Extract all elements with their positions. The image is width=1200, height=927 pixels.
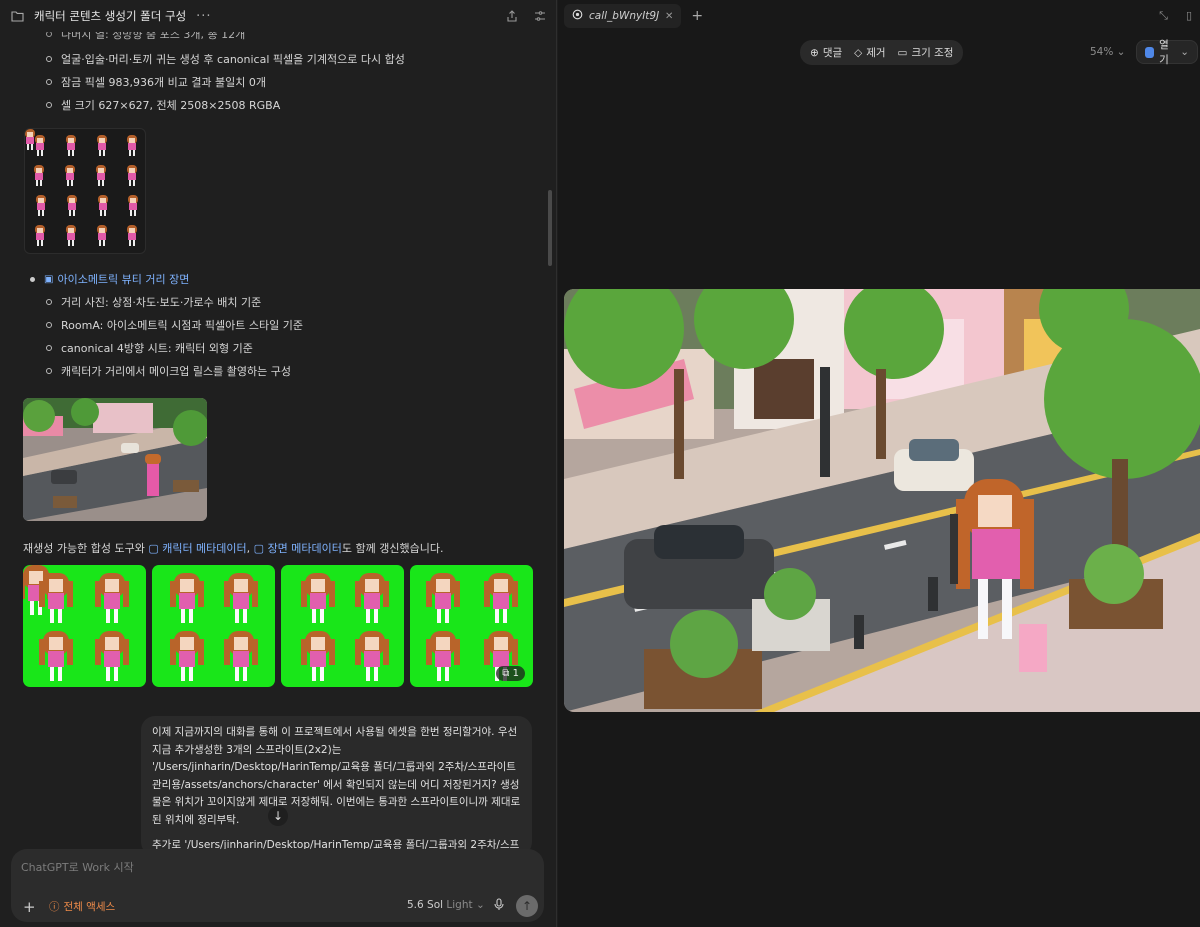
image-toolbar: ⊕ 댓글 ◇ 제거 ▭ 크기 조정 bbox=[800, 40, 964, 65]
chevron-down-icon: ⌄ bbox=[1180, 46, 1189, 58]
scene-image-preview[interactable] bbox=[564, 289, 1200, 712]
remove-button[interactable]: ◇ 제거 bbox=[854, 45, 885, 60]
share-icon[interactable] bbox=[505, 9, 519, 23]
settings-icon[interactable] bbox=[533, 9, 547, 23]
conversation-title[interactable]: 캐릭터 콘텐츠 생성기 폴더 구성 bbox=[34, 8, 186, 24]
comment-button[interactable]: ⊕ 댓글 bbox=[810, 45, 842, 60]
more-options-icon[interactable]: ··· bbox=[196, 9, 211, 24]
scene-metadata-link[interactable]: 장면 메타데이터 bbox=[268, 542, 342, 555]
model-selector[interactable]: 5.6 Sol Light ⌄ bbox=[407, 899, 485, 911]
resize-button[interactable]: ▭ 크기 조정 bbox=[898, 45, 954, 60]
sprite-thumbnail-2[interactable] bbox=[152, 565, 275, 687]
app-icon bbox=[1145, 46, 1155, 58]
zoom-selector[interactable]: 54% ⌄ bbox=[1090, 46, 1125, 58]
chevron-down-icon: ⌄ bbox=[475, 899, 485, 911]
chatgpt-icon bbox=[572, 9, 583, 23]
character-metadata-link[interactable]: 캐릭터 메타데이터 bbox=[162, 542, 246, 555]
microphone-icon[interactable] bbox=[494, 898, 504, 914]
collapse-icon[interactable]: ⤡ bbox=[1159, 9, 1168, 23]
conversation-panel: 캐릭터 콘텐츠 생성기 폴더 구성 ··· 나머지 열: 정방향 줌 포즈 3개… bbox=[0, 0, 557, 927]
scrollbar[interactable] bbox=[548, 190, 552, 266]
tag-icon: ◇ bbox=[854, 46, 863, 59]
sprite-thumbnail-4[interactable]: ⧉ 1 bbox=[410, 565, 533, 687]
list-item: canonical 4방향 시트: 캐릭터 외형 기준 bbox=[46, 340, 253, 356]
tab-bar: call_bWnyIt9Jc ✕ + ⤡ ▯ bbox=[558, 0, 1200, 32]
sprite-thumbnail-1[interactable] bbox=[23, 565, 146, 687]
preview-panel: call_bWnyIt9Jc ✕ + ⤡ ▯ ⊕ 댓글 ◇ 제거 ▭ 크기 조정 54… bbox=[558, 0, 1200, 927]
sprite-sheet-thumbnail[interactable] bbox=[24, 128, 146, 254]
file-icon: ▢ bbox=[148, 542, 163, 555]
list-item: 얼굴·입술·머리·토끼 귀는 생성 후 canonical 픽셀을 기계적으로 … bbox=[46, 51, 405, 67]
send-arrow-icon[interactable]: ↑ bbox=[516, 895, 538, 917]
file-icon: ▢ bbox=[253, 542, 268, 555]
list-item: 거리 사진: 상점·차도·보도·가로수 배치 기준 bbox=[46, 294, 261, 310]
image-file-icon: ▣ bbox=[44, 273, 54, 285]
metadata-line: 재생성 가능한 합성 도구와 ▢ 캐릭터 메타데이터, ▢ 장면 메타데이터도 … bbox=[23, 542, 444, 555]
user-message-bubble: 이제 지금까지의 대화를 통해 이 프로젝트에서 사용될 에셋을 한번 정리할거… bbox=[141, 716, 532, 856]
resize-icon: ▭ bbox=[897, 46, 908, 59]
list-item: 잠금 픽셀 983,936개 비교 결과 불일치 0개 bbox=[46, 74, 266, 90]
arrow-down-icon[interactable]: ↓ bbox=[268, 806, 288, 826]
close-icon[interactable]: ✕ bbox=[665, 11, 673, 22]
plus-icon[interactable]: + bbox=[691, 8, 703, 24]
scene-thumbnail[interactable] bbox=[23, 398, 207, 521]
access-selector[interactable]: ⓘ 전체 액세스 bbox=[49, 899, 115, 914]
list-item: 캐릭터가 거리에서 메이크업 릴스를 촬영하는 구성 bbox=[46, 363, 291, 379]
comment-icon: ⊕ bbox=[810, 46, 819, 59]
list-item: 셀 크기 627×627, 전체 2508×2508 RGBA bbox=[46, 97, 280, 113]
conversation-header: 캐릭터 콘텐츠 생성기 폴더 구성 ··· bbox=[0, 0, 556, 32]
folder-icon[interactable] bbox=[10, 9, 24, 23]
tab-call-output[interactable]: call_bWnyIt9Jc ✕ bbox=[564, 4, 682, 28]
scene-link-item[interactable]: ▣ 아이소메트릭 뷰티 거리 장면 bbox=[30, 271, 189, 287]
prompt-input[interactable]: ChatGPT로 Work 시작 bbox=[21, 859, 134, 875]
open-button[interactable]: 열기 ⌄ bbox=[1136, 39, 1198, 66]
composer[interactable]: ChatGPT로 Work 시작 + ⓘ 전체 액세스 5.6 Sol Ligh… bbox=[11, 849, 544, 922]
plus-icon[interactable]: + bbox=[23, 898, 36, 916]
warning-icon: ⓘ bbox=[49, 901, 60, 913]
sprite-thumbnail-3[interactable] bbox=[281, 565, 404, 687]
image-count-badge[interactable]: ⧉ 1 bbox=[496, 666, 525, 681]
sidebar-toggle-icon[interactable]: ▯ bbox=[1186, 9, 1192, 23]
list-item: RoomA: 아이소메트릭 시점과 픽셀아트 스타일 기준 bbox=[46, 317, 303, 333]
